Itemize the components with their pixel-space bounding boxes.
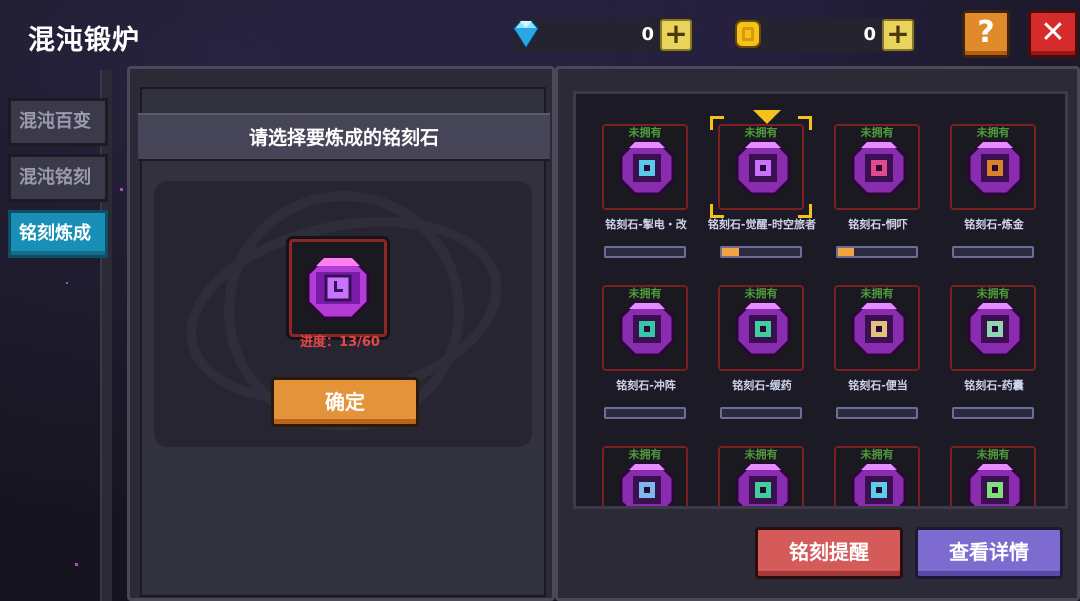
diamond-icon xyxy=(508,16,544,52)
stone-item[interactable]: 未拥有 xyxy=(704,436,820,506)
stone-progress-fill xyxy=(838,248,854,256)
shield-rune-icon xyxy=(851,462,907,506)
stone-item[interactable]: 未拥有 铭刻石-觉醒-时空旅者 xyxy=(704,110,820,274)
stone-item[interactable]: 未拥有铭刻石-炼金 xyxy=(936,114,1052,274)
lightning-rune-icon xyxy=(619,140,675,196)
stone-grid[interactable]: 未拥有 铭刻石-掣电・改 未拥有 铭刻石-觉醒-时空旅者 未拥有 铭刻石-恫吓 未拥有 铭刻石… xyxy=(573,91,1068,509)
tab-chaos-inscription[interactable]: 混沌铭刻 xyxy=(8,154,108,202)
craft-header: 请选择要炼成的铭刻石 xyxy=(138,113,550,161)
stone-name: 铭刻石-掣电・改 xyxy=(605,218,687,231)
pouch-rune-icon xyxy=(967,301,1023,357)
charge-rune-icon xyxy=(619,301,675,357)
not-owned-label: 未拥有 xyxy=(628,126,662,139)
stone-item[interactable]: 未拥有 xyxy=(820,436,936,506)
not-owned-label: 未拥有 xyxy=(976,448,1010,461)
stone-name: 铭刻石-恫吓 xyxy=(848,218,908,231)
stone-progress-bar xyxy=(720,407,802,419)
craft-progress-text: 进度：13/60 xyxy=(300,335,380,350)
stone-name: 铭刻石-便当 xyxy=(848,379,908,392)
not-owned-label: 未拥有 xyxy=(628,448,662,461)
not-owned-label: 未拥有 xyxy=(744,448,778,461)
stone-item[interactable]: 未拥有铭刻石-缓药 xyxy=(704,275,820,435)
mask-rune-icon xyxy=(851,140,907,196)
stone-item[interactable]: 未拥有铭刻石-便当 xyxy=(820,275,936,435)
stone-item[interactable]: 未拥有铭刻石-掣电・改 xyxy=(588,114,704,274)
gem-count: 0 xyxy=(641,24,654,45)
stone-progress-fill xyxy=(722,248,739,256)
selection-marker xyxy=(710,110,812,218)
stone-item[interactable]: 未拥有铭刻石-恫吓 xyxy=(820,114,936,274)
craft-panel: 请选择要炼成的铭刻石 进度：13/60 确定 xyxy=(127,66,555,601)
selection-corner xyxy=(710,204,724,218)
cauldron-rune-icon xyxy=(967,140,1023,196)
coin-count: 0 xyxy=(863,24,876,45)
stone-progress-bar xyxy=(836,407,918,419)
star-decoration xyxy=(120,188,123,191)
selection-corner xyxy=(710,116,724,130)
sidebar-rail xyxy=(100,70,112,601)
stone-item[interactable]: 未拥有 xyxy=(936,436,1052,506)
not-owned-label: 未拥有 xyxy=(744,287,778,300)
add-gems-button[interactable]: + xyxy=(660,19,692,51)
tab-chaos-transform[interactable]: 混沌百变 xyxy=(8,98,108,146)
stone-progress-bar xyxy=(604,246,686,258)
help-button[interactable]: ? xyxy=(962,10,1010,58)
gold-coin-icon xyxy=(730,16,766,52)
not-owned-label: 未拥有 xyxy=(976,287,1010,300)
swirl-rune-icon xyxy=(735,462,791,506)
coin-currency: 0 + xyxy=(735,18,916,52)
page-title: 混沌锻炉 xyxy=(28,25,140,56)
stone-name: 铭刻石-冲阵 xyxy=(616,379,676,392)
stone-item[interactable]: 未拥有铭刻石-药囊 xyxy=(936,275,1052,435)
view-details-button[interactable]: 查看详情 xyxy=(915,527,1063,579)
stone-progress-bar xyxy=(604,407,686,419)
stone-name: 铭刻石-炼金 xyxy=(964,218,1024,231)
selection-corner xyxy=(798,204,812,218)
star-decoration xyxy=(66,282,68,284)
not-owned-label: 未拥有 xyxy=(976,126,1010,139)
stone-progress-bar xyxy=(836,246,918,258)
not-owned-label: 未拥有 xyxy=(860,448,894,461)
tab-inscription-craft[interactable]: 铭刻炼成 xyxy=(8,210,108,258)
sword-rune-icon xyxy=(619,462,675,506)
selection-arrow-icon xyxy=(753,110,781,124)
not-owned-label: 未拥有 xyxy=(860,287,894,300)
potion-rune-icon xyxy=(735,301,791,357)
stone-name: 铭刻石-缓药 xyxy=(732,379,792,392)
stone-item[interactable]: 未拥有铭刻石-冲阵 xyxy=(588,275,704,435)
close-button[interactable]: ✕ xyxy=(1028,10,1078,58)
stone-progress-bar xyxy=(720,246,802,258)
star-decoration xyxy=(75,563,78,566)
selected-stone-slot[interactable] xyxy=(289,239,387,337)
claw-rune-icon xyxy=(967,462,1023,506)
stone-progress-bar xyxy=(952,407,1034,419)
lunchbox-rune-icon xyxy=(851,301,907,357)
stone-list-panel: 未拥有 铭刻石-掣电・改 未拥有 铭刻石-觉醒-时空旅者 未拥有 铭刻石-恫吓 未拥有 铭刻石… xyxy=(555,66,1080,601)
stone-name: 铭刻石-药囊 xyxy=(964,379,1024,392)
inscription-remind-button[interactable]: 铭刻提醒 xyxy=(755,527,903,579)
gem-currency: 0 + xyxy=(512,18,694,52)
not-owned-label: 未拥有 xyxy=(628,287,662,300)
stone-name: 铭刻石-觉醒-时空旅者 xyxy=(707,218,817,231)
selection-corner xyxy=(798,116,812,130)
confirm-button[interactable]: 确定 xyxy=(271,377,419,427)
add-coins-button[interactable]: + xyxy=(882,19,914,51)
stone-progress-bar xyxy=(952,246,1034,258)
not-owned-label: 未拥有 xyxy=(860,126,894,139)
stone-item[interactable]: 未拥有 xyxy=(588,436,704,506)
